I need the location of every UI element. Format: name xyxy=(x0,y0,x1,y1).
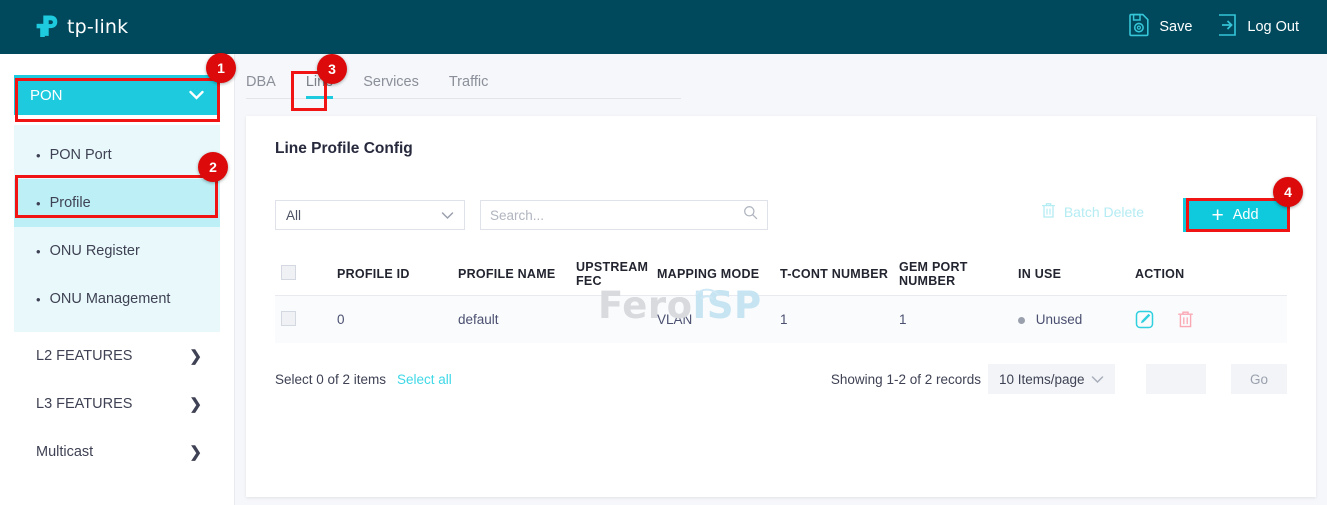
sidebar-item-label: ONU Management xyxy=(50,291,171,307)
sidebar-group-pon[interactable]: PON xyxy=(14,75,220,115)
logout-button[interactable]: Log Out xyxy=(1216,13,1299,42)
page-title: Line Profile Config xyxy=(275,140,413,158)
sidebar-item-label: ONU Register xyxy=(50,243,140,259)
row-checkbox[interactable] xyxy=(281,311,296,326)
cell-action xyxy=(1135,310,1287,329)
brand-name: tp-link xyxy=(67,16,128,38)
save-label: Save xyxy=(1159,19,1192,35)
edit-pencil-icon[interactable] xyxy=(1135,310,1154,329)
cell-gem-port-number: 1 xyxy=(899,312,1018,327)
table-row[interactable]: 0 default VLAN 1 1 Unused xyxy=(275,296,1287,343)
status-badge: Unused xyxy=(1036,312,1083,327)
bullet-icon: • xyxy=(36,293,41,306)
sidebar-item-pon-port[interactable]: • PON Port xyxy=(14,131,220,179)
column-header-tcont-number: T-CONT NUMBER xyxy=(780,267,899,281)
tplink-logo-icon xyxy=(34,14,60,41)
sidebar-item-label: Profile xyxy=(50,195,91,211)
add-label: Add xyxy=(1233,207,1259,223)
records-info: Showing 1-2 of 2 records xyxy=(831,372,981,387)
bullet-icon: • xyxy=(36,149,41,162)
search-box[interactable] xyxy=(480,200,768,230)
main-content: DBA Line Services Traffic Line Profile C… xyxy=(235,54,1327,505)
line-profile-card: Line Profile Config All xyxy=(246,116,1316,497)
tab-traffic[interactable]: Traffic xyxy=(449,74,488,99)
batch-delete-button[interactable]: Batch Delete xyxy=(1041,202,1144,222)
column-header-action: ACTION xyxy=(1135,267,1287,281)
tab-bar: DBA Line Services Traffic xyxy=(246,74,681,99)
selection-info: Select 0 of 2 items xyxy=(275,372,386,387)
page-root: tp-link Save xyxy=(0,0,1327,505)
cell-in-use: Unused xyxy=(1018,312,1135,327)
top-header-bar: tp-link Save xyxy=(0,0,1327,54)
batch-delete-label: Batch Delete xyxy=(1064,204,1144,220)
plus-icon: + xyxy=(1211,205,1223,226)
select-all-checkbox[interactable] xyxy=(281,265,296,280)
chevron-right-icon: ❯ xyxy=(189,443,202,461)
filter-select-value: All xyxy=(286,208,301,223)
top-actions: Save Log Out xyxy=(1128,13,1299,42)
chevron-down-icon xyxy=(1091,372,1104,387)
chevron-down-icon xyxy=(441,208,454,223)
sidebar-item-onu-management[interactable]: • ONU Management xyxy=(14,275,220,323)
sidebar: PON • PON Port • Profile • ONU Register … xyxy=(0,54,235,505)
chevron-down-icon xyxy=(189,87,204,104)
annotation-badge-1: 1 xyxy=(206,53,236,83)
cell-tcont-number: 1 xyxy=(780,312,899,327)
add-button[interactable]: + Add xyxy=(1183,198,1287,232)
column-header-profile-id: PROFILE ID xyxy=(337,267,458,281)
logout-label: Log Out xyxy=(1247,19,1299,35)
select-all-link[interactable]: Select all xyxy=(397,372,452,387)
sidebar-group-label: L2 FEATURES xyxy=(36,348,132,364)
profiles-table: PROFILE ID PROFILE NAME UPSTREAM FEC MAP… xyxy=(275,252,1287,343)
chevron-right-icon: ❯ xyxy=(189,395,202,413)
column-header-profile-name: PROFILE NAME xyxy=(458,267,576,281)
table-footer: Select 0 of 2 items Select all Showing 1… xyxy=(275,366,1287,398)
go-button[interactable]: Go xyxy=(1231,364,1287,394)
sidebar-item-onu-register[interactable]: • ONU Register xyxy=(14,227,220,275)
sidebar-group-pon-label: PON xyxy=(30,87,63,104)
trash-icon[interactable] xyxy=(1177,310,1194,329)
sidebar-group-multicast[interactable]: Multicast ❯ xyxy=(14,428,220,476)
bullet-icon: • xyxy=(36,197,41,210)
cell-profile-id: 0 xyxy=(337,312,458,327)
sidebar-item-label: PON Port xyxy=(50,147,112,163)
annotation-badge-2: 2 xyxy=(198,152,228,182)
sidebar-group-l3-features[interactable]: L3 FEATURES ❯ xyxy=(14,380,220,428)
save-button[interactable]: Save xyxy=(1128,13,1192,42)
column-header-gem-port-number: GEM PORT NUMBER xyxy=(899,260,1018,288)
cell-mapping-mode: VLAN xyxy=(657,312,780,327)
page-size-select[interactable]: 10 Items/page xyxy=(988,364,1115,394)
logout-arrow-icon xyxy=(1216,13,1238,42)
column-header-in-use: IN USE xyxy=(1018,267,1135,281)
trash-icon xyxy=(1041,202,1056,222)
annotation-badge-3: 3 xyxy=(317,54,347,84)
sidebar-group-label: L3 FEATURES xyxy=(36,396,132,412)
sidebar-item-profile[interactable]: • Profile xyxy=(14,179,220,227)
select-all-checkbox-cell xyxy=(275,265,337,283)
tab-services[interactable]: Services xyxy=(363,74,419,99)
annotation-badge-4: 4 xyxy=(1273,177,1303,207)
search-input[interactable] xyxy=(490,208,743,223)
chevron-right-icon: ❯ xyxy=(189,347,202,365)
search-icon[interactable] xyxy=(743,205,758,225)
filter-select[interactable]: All xyxy=(275,200,465,230)
brand-logo[interactable]: tp-link xyxy=(34,14,128,41)
save-gear-icon xyxy=(1128,13,1150,42)
column-header-upstream-fec: UPSTREAM FEC xyxy=(576,260,657,288)
row-checkbox-cell xyxy=(275,311,337,329)
page-jump-input[interactable] xyxy=(1146,364,1206,394)
bullet-icon: • xyxy=(36,245,41,258)
sidebar-group-label: Multicast xyxy=(36,444,93,460)
sidebar-group-l2-features[interactable]: L2 FEATURES ❯ xyxy=(14,332,220,380)
status-dot-icon xyxy=(1018,317,1025,324)
page-size-value: 10 Items/page xyxy=(999,372,1085,387)
table-header-row: PROFILE ID PROFILE NAME UPSTREAM FEC MAP… xyxy=(275,252,1287,296)
column-header-mapping-mode: MAPPING MODE xyxy=(657,267,780,281)
table-toolbar: All xyxy=(275,200,1287,232)
cell-profile-name: default xyxy=(458,312,576,327)
tab-dba[interactable]: DBA xyxy=(246,74,276,99)
